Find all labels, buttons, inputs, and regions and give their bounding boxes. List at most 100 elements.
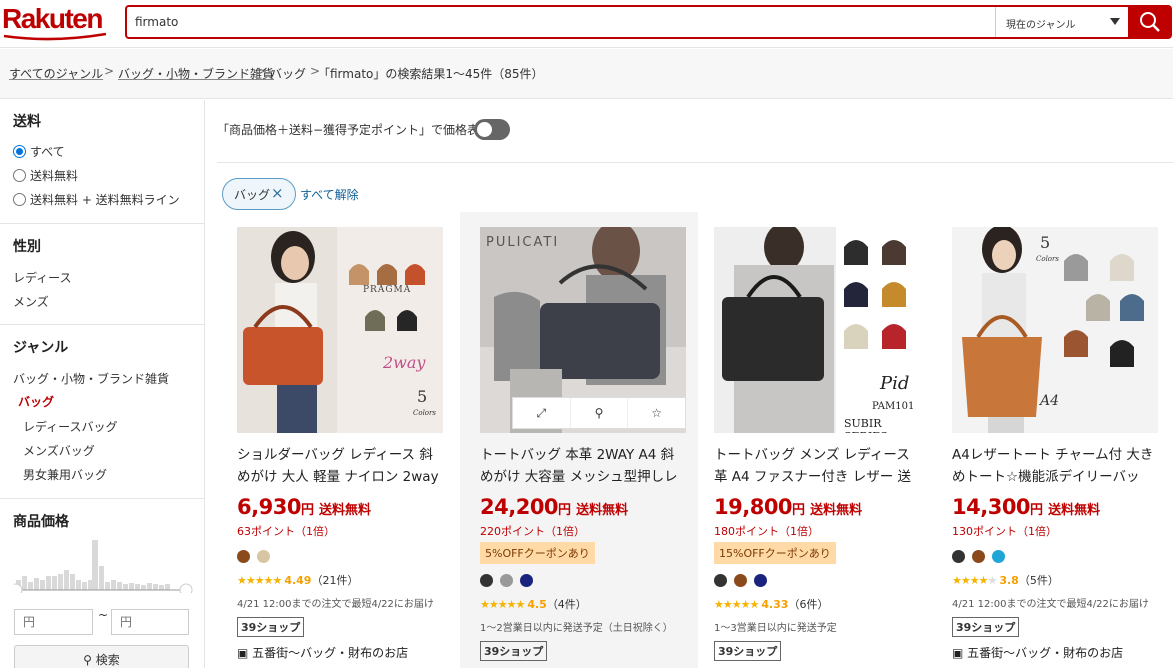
search-bar: 現在のジャンル bbox=[125, 5, 1172, 39]
product-image[interactable]: Pid PAM101 SUBIR SERIES bbox=[714, 227, 920, 433]
top-bar: Rakuten 現在のジャンル bbox=[0, 0, 1173, 48]
product-rating[interactable]: ★★★★★ 4.49（21件） bbox=[237, 572, 358, 588]
color-swatches bbox=[714, 574, 774, 587]
photo-model-text: PAM101 bbox=[872, 401, 915, 412]
product-title[interactable]: トートバッグ メンズ レディース 革 A4 ファスナー付き レザー 送料… bbox=[714, 444, 920, 488]
product-card[interactable]: PRAGMA 2way 5 Colors ショルダーバッグ レディース 斜めがけ… bbox=[217, 212, 455, 668]
star-rating-icon: ★★★★★ bbox=[952, 574, 997, 587]
breadcrumb-bags-accessories[interactable]: バッグ・小物・ブランド雑貨 bbox=[118, 65, 274, 82]
divider bbox=[217, 162, 1173, 163]
divider bbox=[0, 324, 205, 325]
product-title[interactable]: トートバッグ 本革 2WAY A4 斜めがけ 大容量 メッシュ型押しレザー … bbox=[480, 444, 686, 488]
color-swatch[interactable] bbox=[257, 550, 270, 563]
expand-icon[interactable]: ⤢ bbox=[513, 398, 571, 428]
photo-series-text: SUBIR SERIES bbox=[844, 417, 888, 433]
shop39-badge: 39ショップ bbox=[237, 617, 305, 637]
rakuten-logo[interactable]: Rakuten bbox=[2, 3, 110, 41]
search-icon: ⚲ bbox=[83, 653, 92, 667]
color-swatch[interactable] bbox=[714, 574, 727, 587]
product-card[interactable]: 5 Colors A4 A4レザートート チャーム付 大きめトート☆機能派デイリ… bbox=[932, 212, 1170, 668]
product-rating[interactable]: ★★★★★ 4.5（4件） bbox=[480, 596, 587, 612]
product-image[interactable]: 5 Colors A4 bbox=[952, 227, 1158, 433]
photo-colors-text: Colors bbox=[1036, 255, 1059, 263]
free-shipping-label: 送料無料 bbox=[1048, 503, 1101, 518]
gender-option-mens[interactable]: メンズ bbox=[13, 293, 49, 310]
search-button[interactable] bbox=[1128, 5, 1172, 39]
shop-name-text: 五番街〜バッグ・財布のお店 bbox=[967, 646, 1124, 660]
color-swatch[interactable] bbox=[500, 574, 513, 587]
delivery-info: 1〜3営業日以内に発送予定 bbox=[714, 623, 837, 634]
product-image[interactable]: PRAGMA 2way 5 Colors bbox=[237, 227, 443, 433]
star-rating-icon: ★★★★★ bbox=[237, 574, 282, 587]
product-rating[interactable]: ★★★★★ 3.8（5件） bbox=[952, 572, 1059, 588]
product-card[interactable]: Pid PAM101 SUBIR SERIES トートバッグ メンズ レディース… bbox=[694, 212, 932, 668]
filter-chip-label: バッグ bbox=[234, 188, 271, 202]
star-icon[interactable]: ☆ bbox=[628, 398, 685, 428]
shop-name-text: 五番街〜バッグ・財布のお店 bbox=[252, 646, 409, 660]
genre-parent-link[interactable]: バッグ・小物・ブランド雑貨 bbox=[13, 370, 169, 387]
shipping-filter-title: 送料 bbox=[13, 114, 41, 130]
photo-brand-text: PULICATI bbox=[486, 235, 560, 250]
price-yen: 円 bbox=[1030, 503, 1044, 518]
results-main: 「商品価格＋送料−獲得予定ポイント」で価格表示 バッグ × すべて解除 PRAG… bbox=[205, 100, 1173, 668]
breadcrumb-all-genres[interactable]: すべてのジャンル bbox=[9, 65, 103, 82]
color-swatch[interactable] bbox=[480, 574, 493, 587]
rating-score: 4.49 bbox=[284, 574, 312, 587]
genre-mens-bag[interactable]: メンズバッグ bbox=[23, 442, 95, 459]
shipping-option-free-line[interactable]: 送料無料 + 送料無料ライン bbox=[13, 191, 180, 208]
shop-name-link[interactable]: ▣ 五番街〜バッグ・財布のお店 bbox=[237, 644, 408, 661]
coupon-badge[interactable]: 15%OFFクーポンあり bbox=[714, 542, 836, 564]
star-rating-icon: ★★★★★ bbox=[714, 598, 759, 611]
product-image[interactable]: PULICATI ⤢ ⚲ ☆ bbox=[480, 227, 686, 433]
product-price: 6,930円 送料無料 bbox=[237, 495, 371, 519]
price-max-input[interactable] bbox=[111, 609, 189, 635]
genre-unisex-bag[interactable]: 男女兼用バッグ bbox=[23, 466, 107, 483]
genre-ladies-bag[interactable]: レディースバッグ bbox=[23, 418, 118, 435]
color-swatch[interactable] bbox=[237, 550, 250, 563]
clear-all-filters-link[interactable]: すべて解除 bbox=[300, 186, 359, 203]
price-min-input[interactable] bbox=[14, 609, 93, 635]
color-swatch[interactable] bbox=[952, 550, 965, 563]
product-card[interactable]: PULICATI ⤢ ⚲ ☆ トートバッグ 本革 2WAY A4 斜めがけ 大容… bbox=[460, 212, 698, 668]
search-result-count: 「firmato」の検索結果1〜45件（85件） bbox=[318, 67, 544, 81]
product-rating[interactable]: ★★★★★ 4.33（6件） bbox=[714, 596, 828, 612]
price-yen: 円 bbox=[792, 503, 806, 518]
radio-label: すべて bbox=[30, 145, 65, 159]
price-value: 14,300 bbox=[952, 495, 1031, 519]
shop-icon: ▣ bbox=[952, 646, 964, 660]
close-icon[interactable]: × bbox=[271, 184, 284, 202]
price-search-button[interactable]: ⚲ 検索 bbox=[14, 645, 189, 668]
price-display-toggle-label: 「商品価格＋送料−獲得予定ポイント」で価格表示 bbox=[217, 123, 492, 137]
color-swatches bbox=[952, 550, 1012, 563]
review-count: （21件） bbox=[311, 574, 359, 587]
shop39-badge: 39ショップ bbox=[480, 641, 548, 661]
genre-select-label: 現在のジャンル bbox=[1006, 20, 1076, 31]
price-display-toggle[interactable] bbox=[474, 119, 510, 140]
genre-select[interactable]: 現在のジャンル bbox=[995, 7, 1128, 37]
filter-chip-bag[interactable]: バッグ × bbox=[222, 178, 296, 210]
product-price: 24,200円 送料無料 bbox=[480, 495, 628, 519]
price-value: 24,200 bbox=[480, 495, 559, 519]
photo-script-text: 2way bbox=[383, 353, 426, 372]
shop-name-link[interactable]: ▣ 五番街〜バッグ・財布のお店 bbox=[952, 644, 1123, 661]
radio-checked[interactable] bbox=[13, 145, 26, 158]
gender-option-ladies[interactable]: レディース bbox=[13, 269, 72, 286]
radio[interactable] bbox=[13, 193, 26, 206]
color-swatch[interactable] bbox=[992, 550, 1005, 563]
shop39-badge: 39ショップ bbox=[714, 641, 782, 661]
product-title[interactable]: ショルダーバッグ レディース 斜めがけ 大人 軽量 ナイロン 2wayト… bbox=[237, 444, 443, 488]
shipping-option-free[interactable]: 送料無料 bbox=[13, 167, 78, 184]
zoom-search-icon[interactable]: ⚲ bbox=[571, 398, 629, 428]
color-swatch[interactable] bbox=[520, 574, 533, 587]
genre-current: バッグ bbox=[18, 395, 55, 409]
product-price: 19,800円 送料無料 bbox=[714, 495, 862, 519]
color-swatch[interactable] bbox=[972, 550, 985, 563]
product-title[interactable]: A4レザートート チャーム付 大きめトート☆機能派デイリーバッグ… bbox=[952, 444, 1158, 488]
coupon-badge[interactable]: 5%OFFクーポンあり bbox=[480, 542, 595, 564]
color-swatch[interactable] bbox=[734, 574, 747, 587]
search-input[interactable] bbox=[135, 8, 995, 36]
shipping-option-all[interactable]: すべて bbox=[13, 143, 65, 160]
color-swatch[interactable] bbox=[754, 574, 767, 587]
review-count: （6件） bbox=[788, 598, 829, 611]
radio[interactable] bbox=[13, 169, 26, 182]
